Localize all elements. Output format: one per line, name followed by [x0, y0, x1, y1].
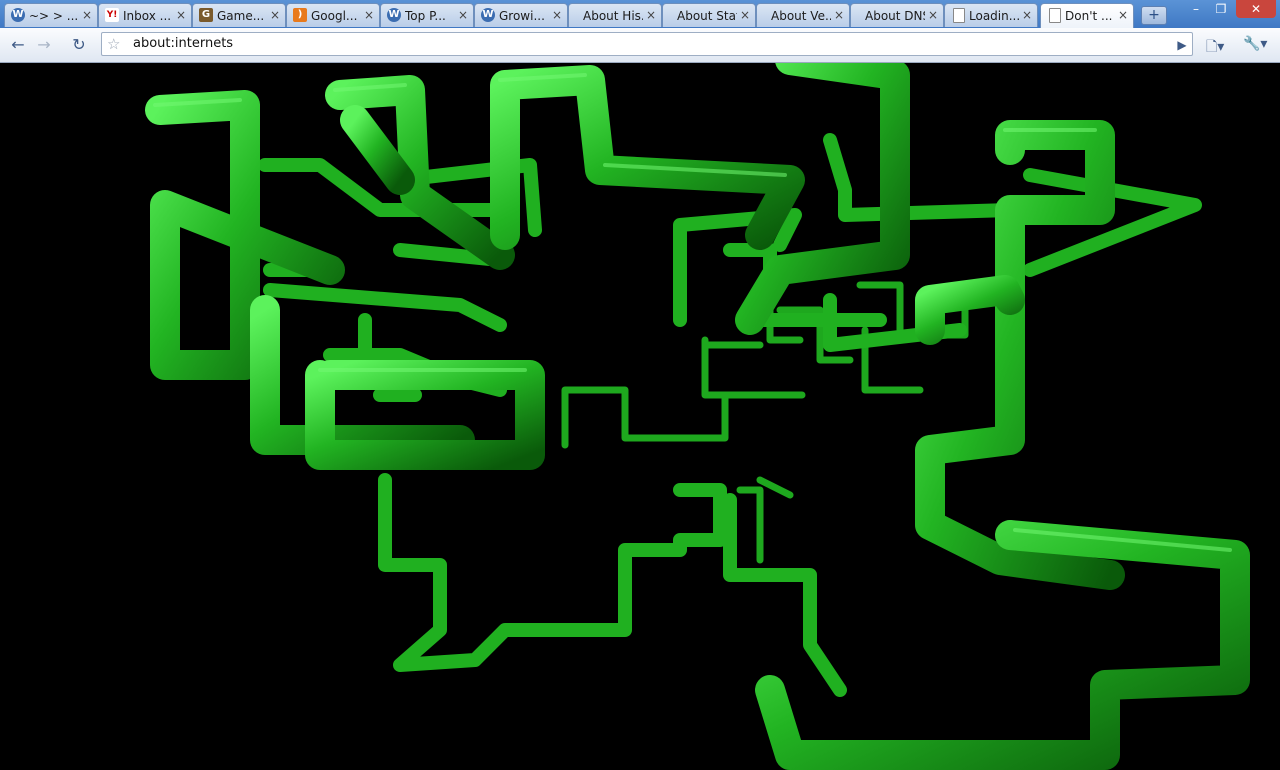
close-icon[interactable]: × — [928, 8, 938, 22]
bookmark-star-icon[interactable]: ☆ — [107, 35, 120, 53]
close-icon[interactable]: × — [740, 8, 750, 22]
close-icon[interactable]: × — [834, 8, 844, 22]
forward-arrow-icon: → — [37, 35, 51, 54]
minimize-icon: – — [1193, 2, 1199, 16]
tab-label: About His... — [583, 9, 643, 23]
tab-10[interactable]: About DNS × — [850, 3, 944, 27]
tab-3[interactable]: G Game... × — [192, 3, 286, 27]
close-icon[interactable]: × — [270, 8, 280, 22]
close-icon[interactable]: × — [176, 8, 186, 22]
page-menu-button[interactable]: 🗋▾ — [1206, 36, 1225, 55]
tab-label: Inbox ... — [123, 9, 172, 23]
tab-label: ~> > ... — [29, 9, 79, 23]
tab-8[interactable]: About Stats × — [662, 3, 756, 27]
tab-7[interactable]: About His... × — [568, 3, 662, 27]
wordpress-icon: W — [387, 8, 401, 22]
close-icon[interactable]: × — [1022, 8, 1032, 22]
pipes-canvas — [0, 63, 1280, 770]
tab-label: Growi... — [499, 9, 545, 23]
tab-11[interactable]: Loadin... × — [944, 3, 1038, 27]
minimize-button[interactable]: – — [1183, 0, 1209, 18]
google-reader-icon: ) — [293, 8, 307, 22]
new-tab-button[interactable]: + — [1141, 6, 1167, 25]
tab-1[interactable]: W ~> > ... × — [4, 3, 98, 27]
tab-6[interactable]: W Growi... × — [474, 3, 568, 27]
toolbar: ← → ↻ ☆ about:internets ▶ 🗋▾ 🔧▾ — [0, 28, 1280, 63]
reload-icon: ↻ — [72, 35, 86, 54]
close-icon: ✕ — [1250, 2, 1262, 16]
forward-button[interactable]: → — [32, 34, 56, 56]
close-icon[interactable]: × — [552, 8, 562, 22]
tab-5[interactable]: W Top P... × — [380, 3, 474, 27]
back-arrow-icon: ← — [11, 35, 25, 54]
wordpress-icon: W — [481, 8, 495, 22]
wrench-menu-button[interactable]: 🔧▾ — [1243, 36, 1267, 54]
tab-label: Top P... — [405, 9, 446, 23]
page-icon — [953, 8, 965, 23]
close-window-button[interactable]: ✕ — [1236, 0, 1276, 18]
pipes-graphic — [145, 63, 1250, 770]
close-icon[interactable]: × — [1118, 8, 1128, 22]
tab-4[interactable]: ) Googl... × — [286, 3, 380, 27]
go-button[interactable]: ▶ — [1170, 34, 1194, 56]
yahoo-mail-icon: Y! — [105, 8, 119, 22]
page-icon — [1049, 8, 1061, 23]
close-icon[interactable]: × — [364, 8, 374, 22]
tab-12-active[interactable]: Don't ... × — [1040, 3, 1134, 28]
close-icon[interactable]: × — [646, 8, 656, 22]
tab-label: Don't ... — [1065, 9, 1113, 23]
gamer-icon: G — [199, 8, 213, 22]
tab-9[interactable]: About Ve... × — [756, 3, 850, 27]
tab-2[interactable]: Y! Inbox ... × — [98, 3, 192, 27]
tab-strip: W ~> > ... × Y! Inbox ... × G Game... × … — [0, 0, 1280, 28]
page-menu-icon: 🗋▾ — [1206, 39, 1225, 55]
tab-label: About Ve... — [771, 9, 831, 23]
wrench-icon: 🔧▾ — [1243, 36, 1268, 52]
close-icon[interactable]: × — [458, 8, 468, 22]
tab-label: Game... — [217, 9, 265, 23]
address-bar[interactable]: ☆ about:internets — [101, 32, 1193, 56]
tab-label: About DNS — [865, 9, 925, 23]
plus-icon: + — [1148, 7, 1160, 23]
tab-label: About Stats — [677, 9, 737, 23]
restore-button[interactable]: ❐ — [1208, 0, 1234, 18]
address-url[interactable]: about:internets — [133, 36, 233, 51]
play-icon: ▶ — [1177, 38, 1187, 52]
tab-label: Googl... — [311, 9, 358, 23]
reload-button[interactable]: ↻ — [67, 34, 91, 56]
close-icon[interactable]: × — [82, 8, 92, 22]
restore-icon: ❐ — [1215, 2, 1227, 16]
wordpress-icon: W — [11, 8, 25, 22]
back-button[interactable]: ← — [6, 34, 30, 56]
tab-label: Loadin... — [969, 9, 1019, 23]
